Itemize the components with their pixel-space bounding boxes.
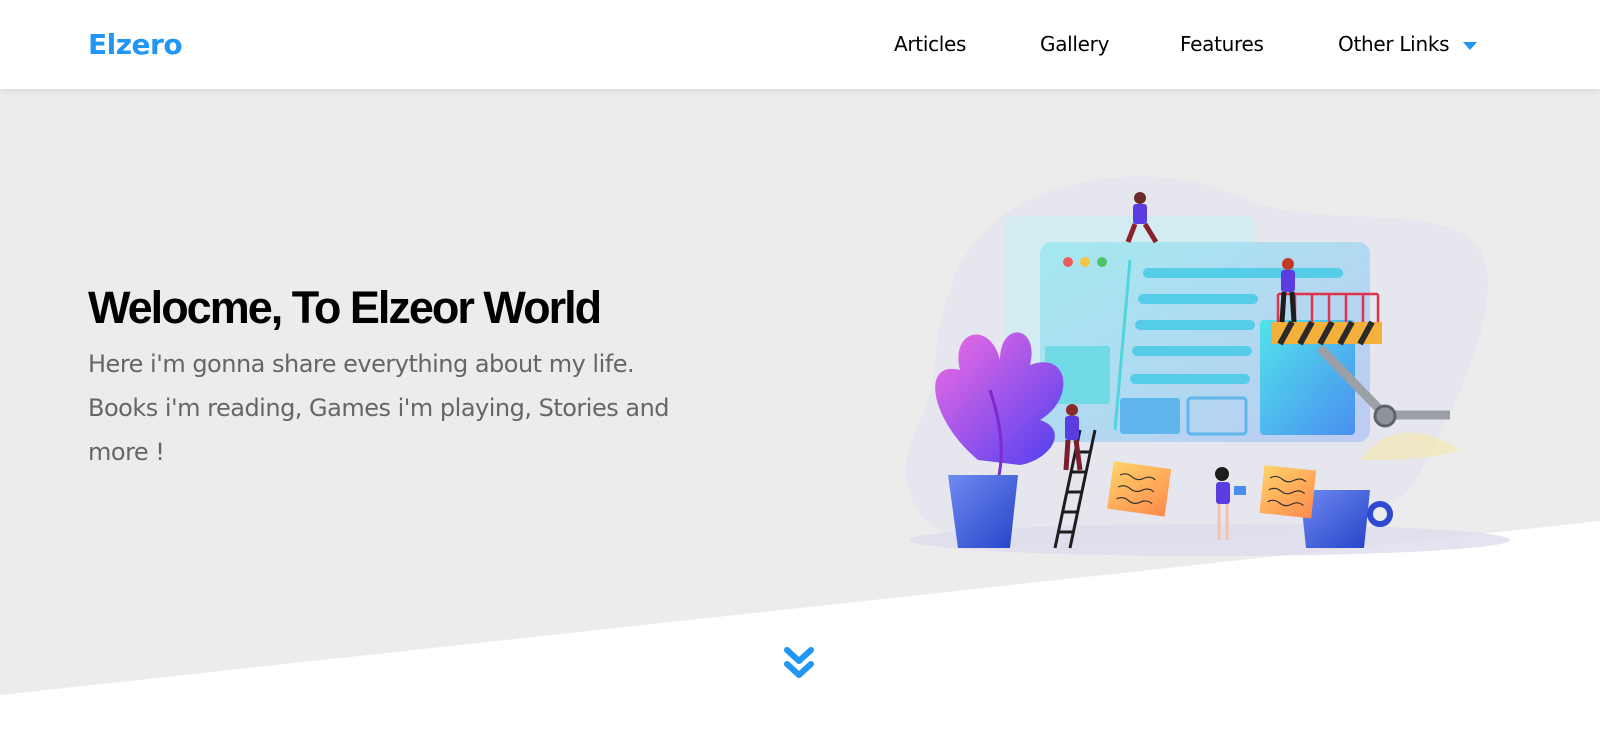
- hero-description: Here i'm gonna share everything about my…: [88, 350, 670, 466]
- nav-link-other-links[interactable]: Other Links: [1338, 0, 1478, 89]
- hero-illustration: [906, 176, 1510, 556]
- nav-other-links-label: Other Links: [1338, 32, 1450, 56]
- nav-link-features[interactable]: Features: [1180, 0, 1264, 89]
- chevrons-down-icon: [784, 647, 814, 678]
- scroll-down-link[interactable]: [783, 646, 815, 682]
- nav-link-articles[interactable]: Articles: [894, 0, 966, 89]
- logo-link[interactable]: Elzero: [88, 0, 183, 89]
- hero-title: Welocme, To Elzeor World: [88, 282, 602, 333]
- nav-link-gallery[interactable]: Gallery: [1040, 0, 1109, 89]
- caret-down-icon: [1463, 41, 1478, 50]
- site-header: Elzero Articles Gallery Features Other L…: [0, 0, 1600, 89]
